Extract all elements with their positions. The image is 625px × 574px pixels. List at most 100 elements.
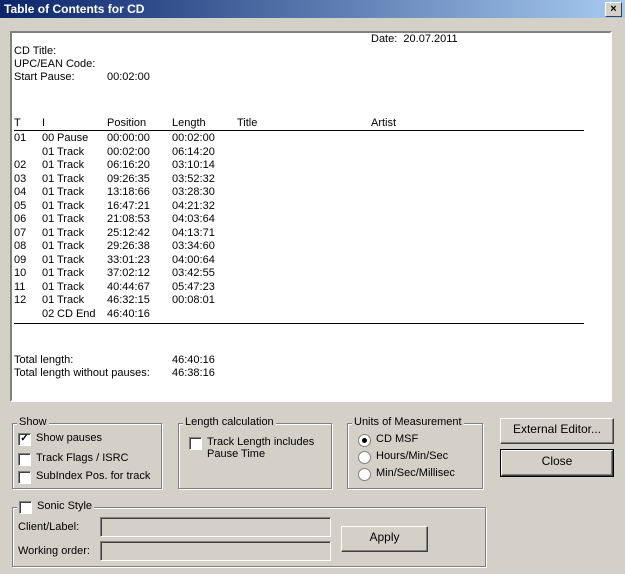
track-cell-position: 21:08:53 — [107, 213, 150, 225]
track-cell-length: 03:28:30 — [172, 186, 215, 198]
track-cell-position: 25:12:42 — [107, 226, 150, 239]
track-cell-t: 09 — [14, 253, 27, 266]
track-cell-position: 16:47:21 — [107, 199, 150, 212]
track-cell-type: Track — [57, 294, 85, 306]
title-bar[interactable]: Table of Contents for CD × — [0, 0, 625, 18]
track-cell-length: 03:10:14 — [172, 159, 215, 171]
apply-button[interactable]: Apply — [341, 526, 428, 552]
track-cell-t: 05 — [14, 199, 27, 212]
track-cell-i: 02 — [42, 307, 55, 320]
track-cell-type: Track — [57, 145, 85, 158]
sonic-style-label: Sonic Style — [37, 500, 93, 512]
total-length-label: Total length: — [14, 354, 74, 366]
track-cell-length: 04:13:71 — [172, 226, 215, 239]
track-cell-length: 05:47:23 — [172, 280, 215, 293]
track-cell-i: 01 — [42, 280, 55, 293]
unit-cd-msf-label: CD MSF — [376, 433, 419, 445]
length-calc-legend: Length calculation — [183, 416, 276, 428]
subindex-box[interactable] — [18, 471, 31, 484]
external-editor-button[interactable]: External Editor... — [500, 418, 614, 444]
track-cell-t: 02 — [14, 159, 27, 171]
includes-pause-label: Track Length includes Pause Time — [207, 436, 315, 460]
track-cell-position: 13:18:66 — [107, 186, 150, 198]
show-legend: Show — [17, 416, 49, 428]
track-cell-length: 03:34:60 — [172, 240, 215, 252]
close-button[interactable]: Close — [500, 449, 614, 477]
track-cell-length: 03:52:32 — [172, 172, 215, 185]
track-cell-i: 01 — [42, 172, 55, 185]
track-cell-type: Track — [57, 280, 85, 293]
client-label: Client/Label: — [18, 521, 80, 533]
track-flags-label: Track Flags / ISRC — [36, 452, 129, 464]
footer-divider — [14, 323, 584, 324]
track-cell-t: 11 — [14, 280, 26, 293]
includes-pause-box[interactable] — [189, 437, 202, 450]
unit-msm-label: Min/Sec/Millisec — [376, 467, 455, 479]
order-input[interactable] — [100, 541, 331, 561]
track-cell-t: 03 — [14, 172, 27, 185]
track-cell-type: Track — [57, 213, 85, 225]
col-title: Title — [237, 117, 258, 129]
toc-report-area[interactable]: CD Title: UPC/EAN Code: Start Pause: 00:… — [10, 31, 612, 402]
track-cell-position: 33:01:23 — [107, 253, 150, 266]
sonic-style-box[interactable] — [19, 501, 32, 514]
track-cell-type: Track — [57, 186, 85, 198]
unit-cd-msf-dot[interactable] — [358, 434, 371, 447]
track-cell-i: 01 — [42, 226, 55, 239]
cd-title-label: CD Title: — [14, 45, 57, 57]
track-cell-type: Track — [57, 253, 85, 266]
length-calc-group: Length calculation Track Length includes… — [178, 416, 332, 489]
track-cell-i: 01 — [42, 199, 55, 212]
track-flags-checkbox[interactable]: Track Flags / ISRC — [18, 452, 129, 466]
upc-label: UPC/EAN Code: — [14, 58, 96, 70]
col-artist: Artist — [371, 117, 397, 129]
track-cell-position: 06:16:20 — [107, 159, 150, 171]
unit-cd-msf-radio[interactable]: CD MSF — [358, 433, 418, 447]
track-cell-i: 01 — [42, 240, 55, 252]
track-cell-position: 40:44:67 — [107, 280, 150, 293]
track-cell-length: 04:03:64 — [172, 213, 215, 225]
subindex-checkbox[interactable]: SubIndex Pos. for track — [18, 470, 150, 484]
total-length-value: 46:40:16 — [172, 354, 215, 366]
track-cell-type: Track — [57, 240, 85, 252]
show-pauses-label: Show pauses — [36, 432, 103, 444]
track-cell-i: 00 — [42, 132, 55, 144]
track-cell-t: 12 — [14, 294, 27, 306]
report-date: Date: 20.07.2011 — [371, 33, 458, 45]
track-cell-position: 29:26:38 — [107, 240, 150, 252]
track-cell-i: 01 — [42, 145, 55, 158]
track-flags-box[interactable] — [18, 453, 31, 466]
track-cell-i: 01 — [42, 213, 55, 225]
client-input[interactable] — [100, 517, 331, 537]
show-pauses-checkbox[interactable]: ✓ Show pauses — [18, 432, 102, 446]
track-cell-length: 03:42:55 — [172, 267, 215, 279]
sonic-style-group: Sonic Style Client/Label: Working order:… — [12, 500, 486, 567]
total-nopause-label: Total length without pauses: — [14, 367, 150, 379]
track-cell-length: 04:00:64 — [172, 253, 215, 266]
unit-hms-radio[interactable]: Hours/Min/Sec — [358, 450, 448, 464]
track-cell-type: Track — [57, 159, 85, 171]
track-cell-type: Track — [57, 172, 85, 185]
track-cell-position: 46:40:16 — [107, 307, 150, 320]
track-cell-length: 04:21:32 — [172, 199, 215, 212]
unit-msm-dot[interactable] — [358, 468, 371, 481]
track-cell-t: 07 — [14, 226, 27, 239]
unit-hms-dot[interactable] — [358, 451, 371, 464]
includes-pause-checkbox[interactable]: Track Length includes Pause Time — [189, 436, 327, 460]
units-group: Units of Measurement CD MSF Hours/Min/Se… — [347, 416, 483, 489]
col-i: I — [42, 117, 46, 129]
track-cell-i: 01 — [42, 267, 55, 279]
track-cell-length: 06:14:20 — [172, 145, 215, 158]
unit-msm-radio[interactable]: Min/Sec/Millisec — [358, 467, 455, 481]
col-position: Position — [107, 117, 147, 129]
show-pauses-box[interactable]: ✓ — [18, 433, 31, 446]
window-title: Table of Contents for CD — [4, 2, 145, 16]
track-cell-i: 01 — [42, 294, 55, 306]
start-pause-value: 00:02:00 — [107, 71, 150, 83]
sonic-style-checkbox[interactable]: Sonic Style — [17, 500, 95, 514]
track-cell-t: 06 — [14, 213, 27, 225]
close-window-button[interactable]: × — [605, 2, 622, 17]
order-label: Working order: — [18, 545, 90, 557]
track-cell-i: 01 — [42, 159, 55, 171]
track-cell-length: 00:08:01 — [172, 294, 215, 306]
